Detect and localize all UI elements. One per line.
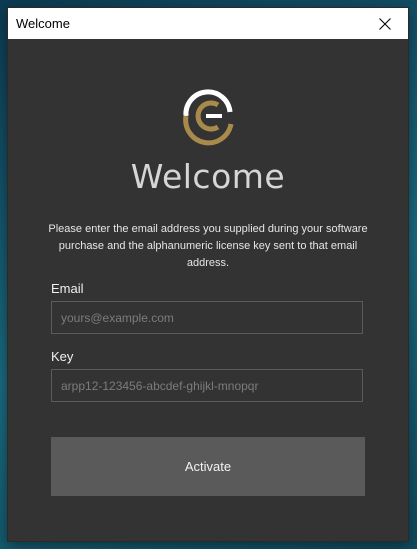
license-key-field[interactable] [51, 369, 363, 402]
instructions-text: Please enter the email address you suppl… [48, 223, 368, 269]
close-icon [379, 18, 391, 30]
title-bar[interactable]: Welcome [8, 8, 408, 39]
welcome-heading: Welcome [130, 157, 286, 196]
close-button[interactable] [362, 8, 408, 39]
welcome-dialog: Welcome Welcome Please enter the email a… [8, 8, 408, 541]
window-title: Welcome [16, 16, 70, 31]
company-logo-icon [183, 89, 234, 146]
activate-button[interactable]: Activate [51, 437, 365, 496]
email-label: Email [51, 281, 84, 296]
email-field[interactable] [51, 301, 363, 334]
key-label: Key [51, 349, 74, 364]
